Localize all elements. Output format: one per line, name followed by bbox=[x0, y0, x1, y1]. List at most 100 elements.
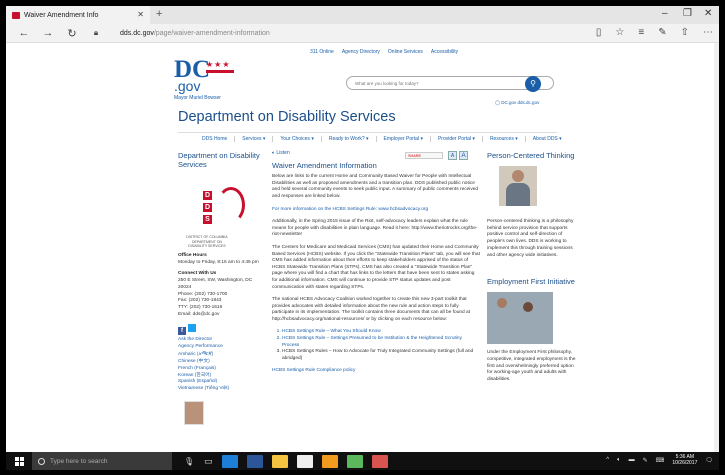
search-input[interactable]: What are you looking for today? bbox=[346, 76, 554, 90]
system-tray: ^ 🔈︎ ▬ ✎ ⌨ 5:36 AM 10/26/2017 🗨︎ bbox=[606, 454, 713, 466]
windows-icon bbox=[14, 456, 24, 466]
menu-item[interactable]: Services ▾ bbox=[242, 136, 274, 142]
page-title: Department on Disability Services bbox=[178, 109, 396, 125]
start-button[interactable] bbox=[6, 452, 32, 470]
menu-item[interactable]: Ready to Work? ▾ bbox=[329, 136, 377, 142]
ask-director-link[interactable]: Ask the Director bbox=[178, 337, 266, 344]
fax: Fax: (202) 730-1843 bbox=[178, 298, 222, 304]
logo-gov: .gov bbox=[174, 78, 201, 94]
app-icon[interactable] bbox=[321, 454, 338, 468]
language-link[interactable]: Vietnamese (Tiếng Việt) bbox=[178, 386, 266, 393]
app-icon[interactable] bbox=[346, 454, 363, 468]
keyboard-icon[interactable]: ⌨ bbox=[656, 457, 665, 464]
stars-icon: ★★★ bbox=[206, 60, 231, 69]
language-link[interactable]: Chinese (中文) bbox=[178, 359, 266, 366]
email[interactable]: Email: dds@dc.gov bbox=[178, 312, 266, 319]
forward-icon[interactable]: → bbox=[42, 27, 54, 39]
menu-item[interactable]: DDS Home bbox=[202, 136, 236, 142]
twitter-icon[interactable] bbox=[188, 324, 196, 333]
new-tab-icon[interactable]: + bbox=[156, 8, 162, 20]
lock-icon: 🔒︎ bbox=[93, 28, 99, 37]
person-photo bbox=[499, 166, 537, 206]
employment-photo bbox=[487, 292, 553, 345]
text-smaller-button[interactable]: A bbox=[448, 151, 457, 160]
file-explorer-icon[interactable] bbox=[271, 454, 288, 468]
menu-item[interactable]: Employer Portal ▾ bbox=[384, 136, 431, 142]
clock[interactable]: 5:36 AM 10/26/2017 bbox=[672, 454, 697, 466]
top-link[interactable]: Agency Directory bbox=[342, 49, 380, 55]
address-bar[interactable]: dds.dc.gov/page/waiver-amendment-informa… bbox=[120, 30, 270, 37]
utility-links: 311 Online Agency Directory Online Servi… bbox=[310, 49, 458, 55]
flag-bar bbox=[206, 70, 234, 73]
reading-view-icon[interactable]: ▯ bbox=[596, 27, 602, 38]
paragraph-link[interactable]: For more information on the HCBS Setting… bbox=[272, 207, 480, 214]
sidebar-text: Person-centered thinking is a philosophy… bbox=[487, 219, 574, 258]
left-sidebar: Department on Disability Services D D S … bbox=[178, 151, 266, 425]
menu-item[interactable]: Resources ▾ bbox=[490, 136, 526, 142]
menu-item[interactable]: About DDS ▾ bbox=[533, 136, 569, 142]
url-path: /page/waiver-amendment-information bbox=[153, 29, 270, 37]
volume-icon[interactable]: 🔈︎ bbox=[617, 457, 621, 464]
taskbar-search[interactable]: Type here to search bbox=[32, 452, 172, 470]
right-sidebar: Person-Centered Thinking Person-centered… bbox=[487, 151, 577, 384]
top-link[interactable]: Accessibility bbox=[431, 49, 458, 55]
refresh-icon[interactable]: ↻ bbox=[66, 27, 78, 40]
text-larger-button[interactable]: A bbox=[459, 151, 468, 160]
mayor-name[interactable]: Mayor Muriel Bowser bbox=[174, 95, 221, 101]
more-icon[interactable]: ⋯ bbox=[703, 27, 713, 38]
chevron-up-icon[interactable]: ^ bbox=[606, 457, 609, 463]
web-note-icon[interactable]: ✎ bbox=[658, 27, 666, 38]
search-button[interactable]: ⚲ bbox=[525, 76, 541, 92]
pen-icon[interactable]: ✎ bbox=[643, 457, 648, 464]
top-link[interactable]: 311 Online bbox=[310, 49, 334, 55]
dc-gov-logo[interactable]: DC ★★★ .gov Mayor Muriel Bowser bbox=[174, 57, 234, 101]
agency-performance-link[interactable]: Agency Performance bbox=[178, 344, 266, 351]
favorite-star-icon[interactable]: ☆ bbox=[615, 27, 624, 38]
minimize-icon[interactable]: – bbox=[662, 8, 668, 19]
edge-icon[interactable] bbox=[221, 454, 238, 468]
main-menu: DDS Home Services ▾ Your Choices ▾ Ready… bbox=[202, 136, 569, 142]
office-hours-label: Office Hours bbox=[178, 253, 207, 258]
share-icon[interactable]: ⇧ bbox=[681, 27, 689, 38]
facebook-icon[interactable]: f bbox=[178, 327, 186, 336]
content-heading: Waiver Amendment Information bbox=[272, 160, 377, 170]
sidebar-heading: Department on Disability Services bbox=[178, 151, 260, 169]
browser-tab[interactable]: Waiver Amendment Info ✕ bbox=[6, 6, 150, 24]
dds-figure-icon bbox=[217, 187, 245, 223]
menu-item[interactable]: Provider Portal ▾ bbox=[438, 136, 483, 142]
address: 250 E Street, SW, Washington, DC 20024 bbox=[178, 278, 253, 290]
language-link[interactable]: French (Français) bbox=[178, 366, 266, 373]
notifications-icon[interactable]: 🗨︎ bbox=[705, 457, 713, 464]
back-icon[interactable]: ← bbox=[18, 27, 30, 39]
word-icon[interactable] bbox=[246, 454, 263, 468]
top-link[interactable]: Online Services bbox=[388, 49, 423, 55]
main-content: 🔈︎ Listen SHARE A A Waiver Amendment Inf… bbox=[272, 150, 480, 381]
clock-date: 10/26/2017 bbox=[672, 460, 698, 466]
resource-link[interactable]: HCBS Settings Rule – Settings Presumed t… bbox=[282, 336, 480, 349]
task-view-icon[interactable]: ▭ bbox=[204, 456, 213, 467]
paragraph: Additionally, in the Spring 2015 issue o… bbox=[272, 219, 478, 238]
powerpoint-icon[interactable] bbox=[371, 454, 388, 468]
microphone-icon[interactable]: 🎙︎ bbox=[184, 457, 194, 466]
paragraph: Below are links to the current Home and … bbox=[272, 174, 479, 199]
office-hours: Monday to Friday, 8:15 am to 4:45 pm bbox=[178, 259, 259, 265]
tab-bar: Waiver Amendment Info ✕ + – ❐ ✕ bbox=[6, 6, 719, 24]
language-link[interactable]: Spanish (Español) bbox=[178, 379, 266, 386]
taskbar: Type here to search 🎙︎ ▭ ^ 🔈︎ ▬ ✎ ⌨ 5:36… bbox=[6, 452, 719, 470]
close-window-icon[interactable]: ✕ bbox=[704, 8, 712, 19]
share-button[interactable]: SHARE bbox=[405, 152, 443, 159]
maximize-icon[interactable]: ❐ bbox=[683, 8, 692, 19]
favicon-icon bbox=[12, 11, 20, 19]
menu-item[interactable]: Your Choices ▾ bbox=[280, 136, 322, 142]
compliance-policy-link[interactable]: HCBS Settings Rule Compliance policy bbox=[272, 368, 480, 375]
store-icon[interactable] bbox=[296, 454, 313, 468]
sidebar-text: Under the Employment First philosophy, c… bbox=[487, 350, 576, 383]
search-scope[interactable]: ◯ DC.gov dds.dc.gov bbox=[495, 100, 539, 106]
resource-item[interactable]: HCBS Settings Rules – How to Advocate fo… bbox=[282, 349, 480, 362]
web-page: 311 Online Agency Directory Online Servi… bbox=[6, 43, 719, 452]
close-tab-icon[interactable]: ✕ bbox=[137, 10, 144, 19]
hub-icon[interactable]: ≡ bbox=[638, 27, 644, 38]
scrollbar[interactable] bbox=[714, 43, 719, 452]
paragraph: The Centers for Medicare and Medicaid Se… bbox=[272, 244, 480, 290]
network-icon[interactable]: ▬ bbox=[629, 457, 635, 463]
